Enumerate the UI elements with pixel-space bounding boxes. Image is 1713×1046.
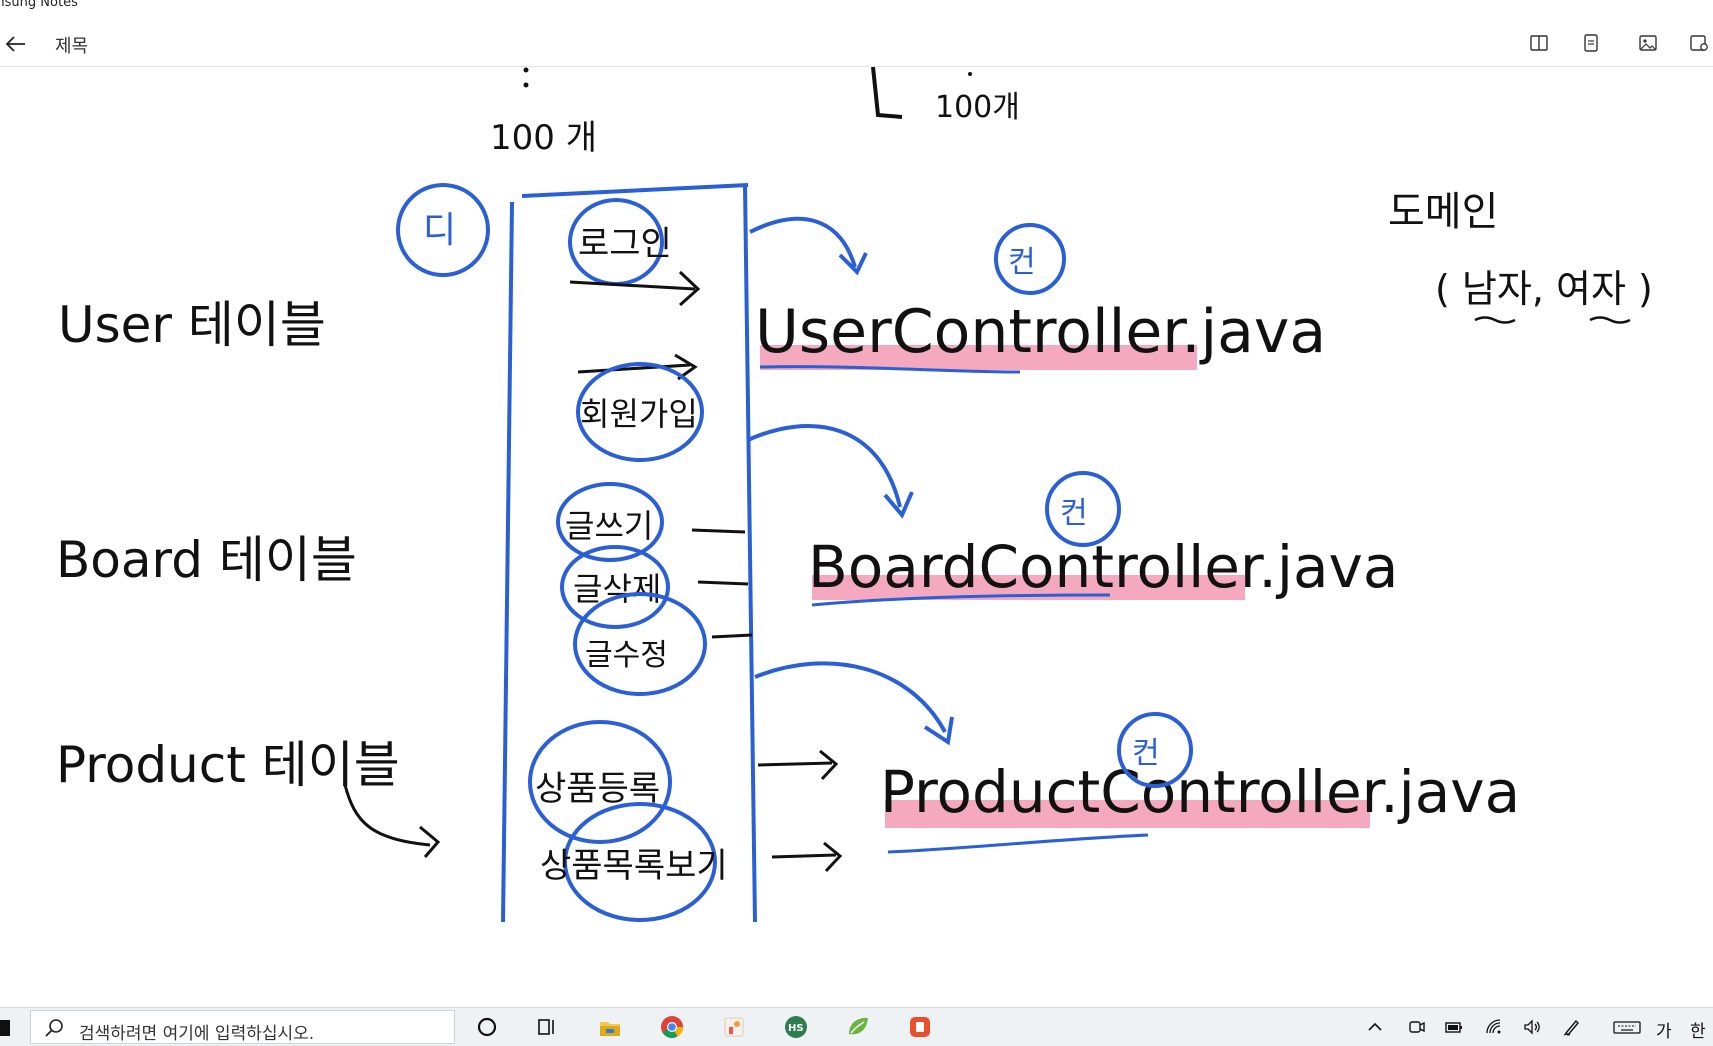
ink-stroke (871, 67, 903, 119)
start-button[interactable] (0, 1020, 10, 1036)
ink-arrow (343, 784, 431, 847)
chevron-up-icon[interactable] (1365, 1017, 1385, 1037)
action-delete: 글삭제 (573, 570, 661, 608)
image-icon[interactable] (1637, 32, 1659, 54)
search-placeholder: 검색하려면 여기에 입력하십시오. (79, 1024, 315, 1044)
ime-language-indicator[interactable]: 한 (1690, 1017, 1706, 1042)
keyboard-icon[interactable] (1612, 1017, 1642, 1037)
handwriting-canvas[interactable]: 100 개 100개 User 테이블 Board 테이블 Product 테이… (0, 67, 1713, 1007)
battery-icon[interactable] (1444, 1017, 1464, 1037)
chrome-icon[interactable] (659, 1014, 685, 1040)
hs-icon[interactable]: HS (783, 1014, 809, 1040)
action-login: 로그인 (578, 224, 672, 264)
controller-user: UserController.java (755, 297, 1326, 367)
note-canvas[interactable]: 100 개 100개 User 테이블 Board 테이블 Product 테이… (0, 67, 1713, 1007)
app-title: msung Notes (0, 0, 78, 10)
ink-dot (523, 67, 529, 73)
domain-label: 도메인 (1388, 189, 1498, 235)
page-view-icon[interactable] (1580, 32, 1602, 54)
note-toolbar: 제목 (0, 20, 1713, 67)
svg-text:HS: HS (788, 1023, 804, 1034)
meet-now-icon[interactable] (1406, 1017, 1426, 1037)
ime-mode-indicator[interactable]: 가 (1656, 1017, 1672, 1042)
count-label-left: 100 개 (490, 118, 597, 158)
controller-marker-product: 컨 (1132, 736, 1160, 771)
action-signup: 회원가입 (580, 395, 698, 433)
group-marker: 디 (423, 210, 456, 251)
reading-mode-icon[interactable] (1528, 32, 1550, 54)
ink-dot (523, 82, 529, 88)
window-titlebar: msung Notes (0, 0, 1713, 20)
volume-icon[interactable] (1522, 1017, 1542, 1037)
file-explorer-icon[interactable] (597, 1014, 623, 1040)
back-arrow-icon[interactable] (4, 32, 28, 56)
table-label-user: User 테이블 (58, 296, 326, 354)
action-write: 글쓰기 (565, 507, 653, 545)
task-view-icon[interactable] (534, 1014, 560, 1040)
action-edit: 글수정 (585, 638, 668, 673)
table-label-product: Product 테이블 (56, 736, 400, 794)
action-product-list: 상품목록보기 (540, 846, 728, 886)
cortana-icon[interactable] (474, 1014, 500, 1040)
app-icon[interactable] (721, 1014, 747, 1040)
note-title[interactable]: 제목 (55, 32, 88, 58)
taskbar-search[interactable]: 검색하려면 여기에 입력하십시오. (30, 1010, 455, 1044)
search-icon (45, 1019, 63, 1037)
spring-icon[interactable] (845, 1014, 871, 1040)
table-label-board: Board 테이블 (56, 531, 357, 589)
wifi-icon[interactable] (1484, 1017, 1504, 1037)
controller-marker-user: 컨 (1008, 245, 1036, 280)
pen-icon[interactable] (1562, 1017, 1582, 1037)
count-label-right: 100개 (935, 90, 1020, 125)
controller-product: ProductController.java (880, 758, 1520, 826)
controller-marker-board: 컨 (1060, 496, 1088, 531)
windows-taskbar: 검색하려면 여기에 입력하십시오. HS 가 한 (0, 1007, 1713, 1046)
settings-icon[interactable] (1688, 32, 1710, 54)
domain-values: ( 남자, 여자 ) (1435, 267, 1653, 311)
app-red-icon[interactable] (907, 1014, 933, 1040)
controller-board: BoardController.java (808, 533, 1398, 601)
